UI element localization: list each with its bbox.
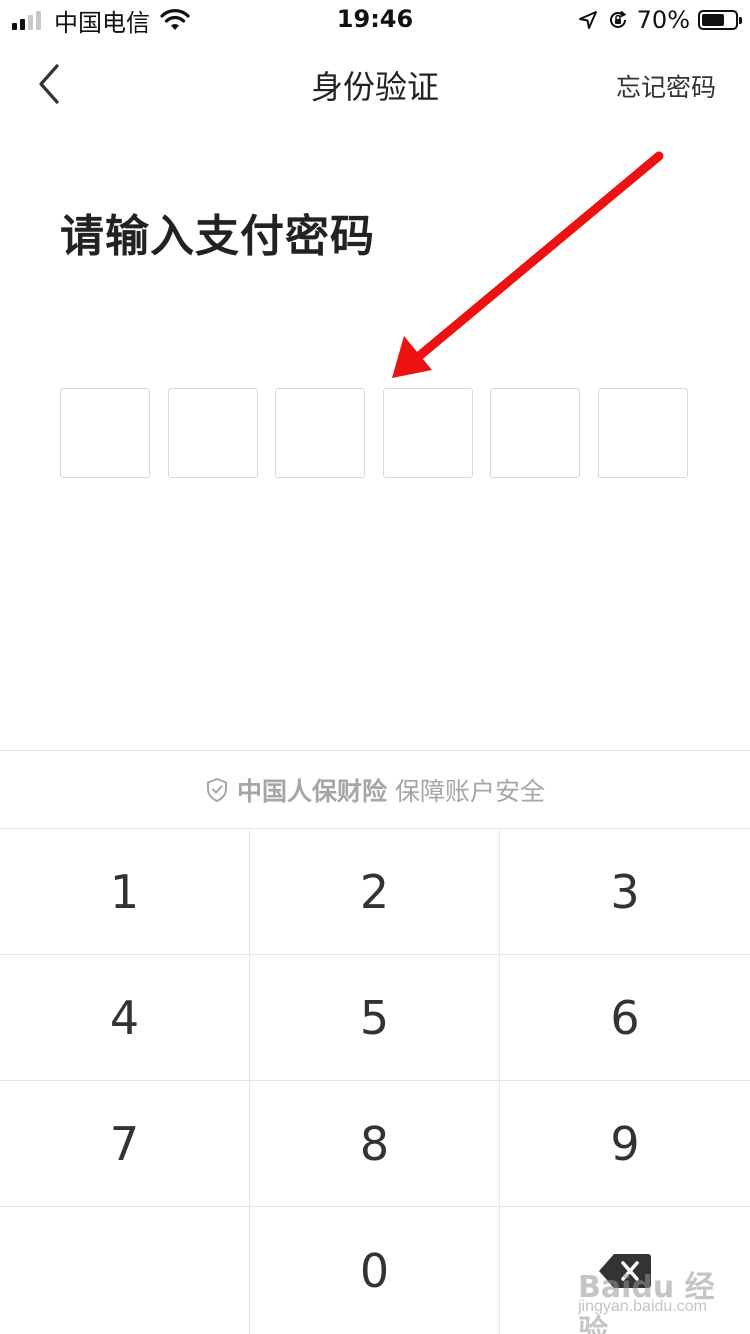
pin-digit-box-4[interactable]	[382, 388, 473, 478]
security-notice: 中国人保财险 保障账户安全	[0, 750, 750, 828]
rotation-lock-icon	[609, 10, 626, 28]
status-right: 70%	[577, 6, 742, 34]
pin-digit-box-1[interactable]	[60, 388, 150, 478]
key-6[interactable]: 6	[500, 955, 750, 1081]
pin-digit-box-5[interactable]	[490, 388, 581, 478]
key-4[interactable]: 4	[0, 955, 250, 1081]
battery-percent: 70%	[636, 6, 690, 34]
nav-bar: 身份验证 忘记密码	[0, 44, 750, 124]
payment-password-screen: 中国电信 19:46 70% 身份验证 忘记密码 请输入支付密码 中国人保财险 …	[0, 0, 750, 1334]
pin-digit-box-6[interactable]	[597, 388, 688, 478]
key-blank	[0, 1207, 250, 1334]
pin-digit-box-3[interactable]	[275, 388, 366, 478]
key-9[interactable]: 9	[500, 1081, 750, 1207]
backspace-icon	[599, 1253, 651, 1288]
key-3[interactable]: 3	[500, 829, 750, 955]
enter-password-heading: 请输入支付密码	[60, 211, 375, 262]
delete-key[interactable]	[500, 1207, 750, 1334]
location-icon	[578, 11, 597, 29]
status-bar: 中国电信 19:46 70%	[0, 0, 750, 40]
pin-digit-box-2[interactable]	[167, 388, 258, 478]
key-7[interactable]: 7	[0, 1081, 250, 1207]
key-0[interactable]: 0	[250, 1207, 500, 1334]
pin-input[interactable]	[60, 388, 688, 478]
battery-icon	[698, 10, 742, 30]
key-8[interactable]: 8	[250, 1081, 500, 1207]
shield-check-icon	[206, 777, 227, 802]
key-1[interactable]: 1	[0, 829, 250, 955]
security-brand: 中国人保财险	[236, 776, 387, 806]
key-2[interactable]: 2	[250, 829, 500, 955]
security-text: 保障账户安全	[395, 776, 546, 806]
key-5[interactable]: 5	[250, 955, 500, 1081]
forgot-password-link[interactable]: 忘记密码	[616, 68, 716, 104]
numeric-keypad: 1 2 3 4 5 6 7 8 9 0	[0, 828, 750, 1334]
